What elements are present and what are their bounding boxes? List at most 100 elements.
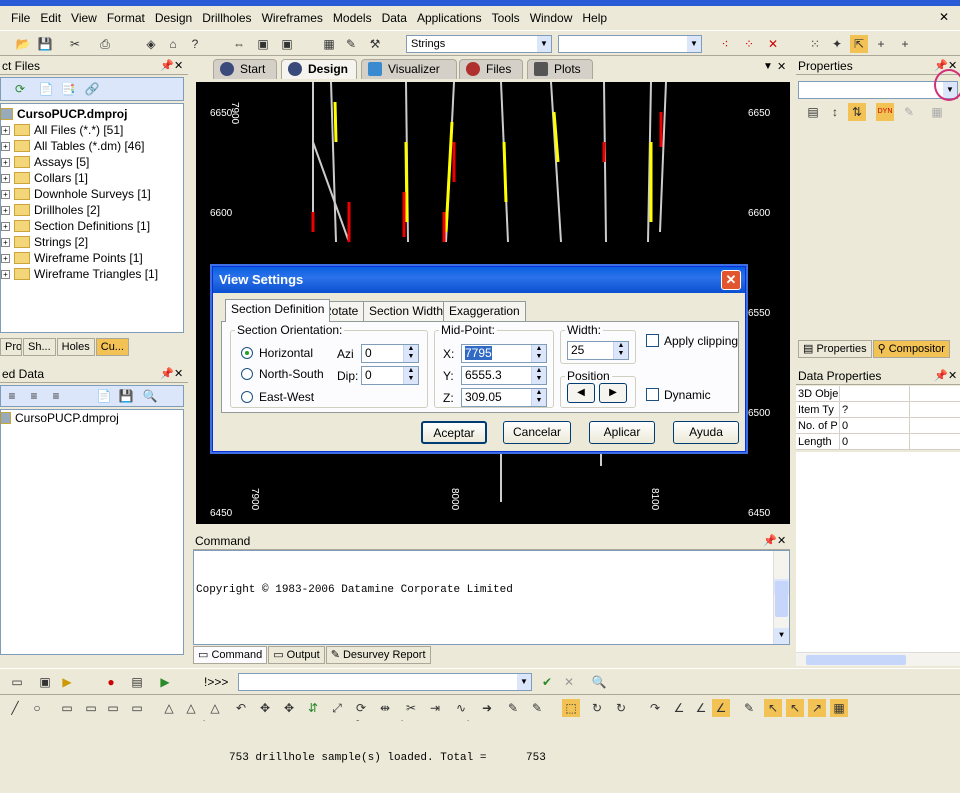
expand-icon[interactable]: +: [1, 205, 10, 215]
polygon2-icon[interactable]: △: [182, 699, 200, 717]
spin-arrows-icon[interactable]: ▲ ▼: [531, 367, 546, 384]
tab-customization[interactable]: Cu...: [95, 338, 129, 356]
z-spinner[interactable]: 309.05 ▲ ▼: [461, 388, 547, 407]
close-icon[interactable]: ✕: [174, 57, 183, 75]
open-folder-icon[interactable]: 📂: [14, 35, 32, 53]
tab-design[interactable]: Design: [281, 59, 357, 79]
close-icon[interactable]: ✕: [934, 10, 954, 24]
dropdown-icon[interactable]: ▼: [763, 61, 773, 72]
tab-desurvey-report[interactable]: ✎ Desurvey Report: [325, 646, 431, 664]
spin-arrows-icon[interactable]: ▲ ▼: [531, 345, 546, 362]
tab-command[interactable]: ▭ Command: [193, 646, 268, 664]
close-icon[interactable]: ✕: [174, 365, 183, 383]
pen-icon[interactable]: ✎: [504, 699, 522, 717]
rect-icon[interactable]: ▭: [58, 699, 76, 717]
tools-icon[interactable]: ⚒: [366, 35, 384, 53]
table-row[interactable]: 3D Obje: [796, 386, 960, 402]
help-icon[interactable]: ?: [186, 35, 204, 53]
tree-root[interactable]: CursoPUCP.dmproj: [1, 410, 183, 426]
property-value[interactable]: 0: [840, 434, 910, 449]
new-file-icon[interactable]: 📄: [37, 80, 55, 98]
trim-icon[interactable]: ✂: [402, 699, 420, 717]
home-icon[interactable]: ⌂: [164, 35, 182, 53]
dip-spinner[interactable]: 0 ▲ ▼: [361, 366, 419, 385]
tab-start[interactable]: Start: [213, 59, 277, 79]
save-icon[interactable]: 💾: [36, 35, 54, 53]
expand-icon[interactable]: +: [1, 221, 10, 231]
dynamic-icon[interactable]: DYN: [876, 103, 894, 121]
pick-icon[interactable]: ↖: [764, 699, 782, 717]
layers-icon[interactable]: ◈: [142, 35, 160, 53]
macro-icon[interactable]: ▤: [128, 673, 146, 691]
list-item[interactable]: + All Tables (*.dm) [46]: [1, 138, 183, 154]
copy-file-icon[interactable]: 📑: [59, 80, 77, 98]
pin-icon[interactable]: 📌: [763, 534, 777, 547]
property-value[interactable]: 0: [840, 418, 910, 433]
tab-compositor[interactable]: ⚲ Compositor: [872, 340, 950, 358]
cancel-button[interactable]: Cancelar: [503, 421, 571, 444]
command-scrollbar[interactable]: ▲ ▼: [773, 551, 789, 644]
y-spinner[interactable]: 6555.3 ▲ ▼: [461, 366, 547, 385]
tab-properties[interactable]: ▤ Properties: [798, 340, 872, 358]
table-row[interactable]: No. of P0: [796, 418, 960, 434]
expand-icon[interactable]: +: [1, 141, 10, 151]
polygon3-icon[interactable]: △: [206, 699, 224, 717]
width-spinner[interactable]: 25 ▲ ▼: [567, 341, 629, 360]
line-icon[interactable]: ╱: [6, 699, 24, 717]
pick3-icon[interactable]: ↗: [808, 699, 826, 717]
play-icon[interactable]: ▶: [58, 673, 76, 691]
east-west-radio[interactable]: [241, 391, 253, 403]
link-icon[interactable]: 🔗: [83, 80, 101, 98]
doc-icon[interactable]: 📄: [95, 387, 113, 405]
add-icon[interactable]: +: [872, 35, 890, 53]
pick2-icon[interactable]: ↖: [786, 699, 804, 717]
select-icon[interactable]: ⇱: [850, 35, 868, 53]
tab-visualizer[interactable]: Visualizer: [361, 59, 457, 79]
spin-arrows-icon[interactable]: ▲ ▼: [531, 389, 546, 406]
grid-icon[interactable]: ▦: [830, 699, 848, 717]
expand-icon[interactable]: +: [1, 237, 10, 247]
arrow-icon[interactable]: ➜: [478, 699, 496, 717]
cut-icon[interactable]: ✂: [66, 35, 84, 53]
tab-section-width[interactable]: Section Width: [363, 301, 450, 321]
circle-icon[interactable]: ○: [28, 699, 46, 717]
object-type-combo[interactable]: Strings ▼: [406, 35, 552, 53]
snap-icon[interactable]: ⁙: [806, 35, 824, 53]
property-value[interactable]: ?: [840, 402, 910, 417]
scroll-thumb[interactable]: [806, 655, 906, 665]
tab-section-definition[interactable]: Section Definition: [225, 299, 331, 322]
tab-files[interactable]: Files: [459, 59, 523, 79]
close-icon[interactable]: ✕: [777, 60, 786, 73]
undo-icon[interactable]: ↶: [232, 699, 250, 717]
apply-clipping-checkbox[interactable]: [646, 334, 659, 347]
tab-exaggeration[interactable]: Exaggeration: [443, 301, 526, 321]
close-icon[interactable]: ✕: [777, 534, 786, 547]
table-row[interactable]: Length 0: [796, 434, 960, 450]
edit-icon[interactable]: ✎: [740, 699, 758, 717]
grid-icon[interactable]: ▦: [320, 35, 338, 53]
list-icon[interactable]: ≡: [3, 387, 21, 405]
menu-help[interactable]: Help: [577, 11, 612, 25]
search-icon[interactable]: 🔍: [590, 673, 608, 691]
angle-icon[interactable]: ∠: [670, 699, 688, 717]
rect2-icon[interactable]: ▭: [82, 699, 100, 717]
rotate-icon[interactable]: ⟳: [352, 699, 370, 717]
stretch-icon[interactable]: ⇹: [376, 699, 394, 717]
refresh-icon[interactable]: ⟳: [11, 80, 29, 98]
menu-edit[interactable]: Edit: [35, 11, 66, 25]
menu-drillholes[interactable]: Drillholes: [197, 11, 256, 25]
horizontal-radio[interactable]: [241, 347, 253, 359]
tab-plots[interactable]: Plots: [527, 59, 593, 79]
move-icon[interactable]: ✥: [256, 699, 274, 717]
list-item[interactable]: + Section Definitions [1]: [1, 218, 183, 234]
points-icon[interactable]: ⁖: [716, 35, 734, 53]
polygon-icon[interactable]: △: [160, 699, 178, 717]
scroll-down-icon[interactable]: ▼: [774, 628, 789, 644]
spin-arrows-icon[interactable]: ▲ ▼: [403, 367, 418, 384]
cancel-icon[interactable]: ✕: [560, 673, 578, 691]
grid-icon[interactable]: ▦: [928, 103, 946, 121]
sort-icon[interactable]: ⇅: [848, 103, 866, 121]
accept-button[interactable]: Aceptar: [421, 421, 487, 444]
spin-arrows-icon[interactable]: ▲ ▼: [613, 342, 628, 359]
help-button[interactable]: Ayuda: [673, 421, 739, 444]
